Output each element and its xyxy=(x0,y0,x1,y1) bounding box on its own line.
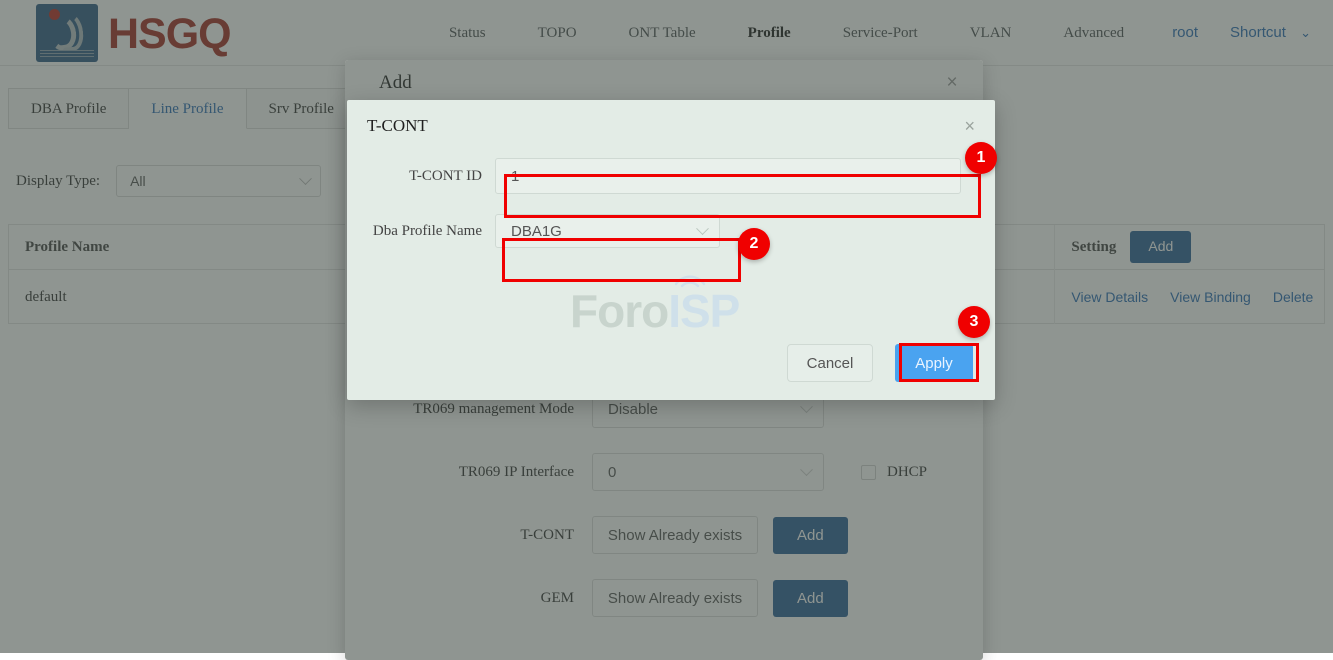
tcont-id-input[interactable]: 1 xyxy=(495,158,961,194)
close-icon[interactable]: × xyxy=(964,116,975,137)
tcont-dialog-body: T-CONT ID 1 Dba Profile Name DBA1G xyxy=(347,158,995,268)
tcont-dialog-footer: Cancel Apply xyxy=(787,344,973,382)
tcont-id-label: T-CONT ID xyxy=(347,168,495,185)
annotation-badge-2: 2 xyxy=(738,228,770,260)
apply-button[interactable]: Apply xyxy=(895,344,973,382)
annotation-badge-1: 1 xyxy=(965,142,997,174)
field-row-tcont-id: T-CONT ID 1 xyxy=(347,158,995,194)
dba-profile-name-select[interactable]: DBA1G xyxy=(495,214,720,248)
field-row-dba-profile-name: Dba Profile Name DBA1G xyxy=(347,214,995,248)
cancel-button[interactable]: Cancel xyxy=(787,344,873,382)
dba-profile-name-value: DBA1G xyxy=(511,223,562,240)
annotation-badge-3: 3 xyxy=(958,306,990,338)
tcont-dialog: T-CONT × T-CONT ID 1 Dba Profile Name DB… xyxy=(347,100,995,400)
tcont-dialog-title: T-CONT xyxy=(367,116,428,136)
dba-profile-name-label: Dba Profile Name xyxy=(347,223,495,240)
chevron-down-icon xyxy=(696,222,709,235)
